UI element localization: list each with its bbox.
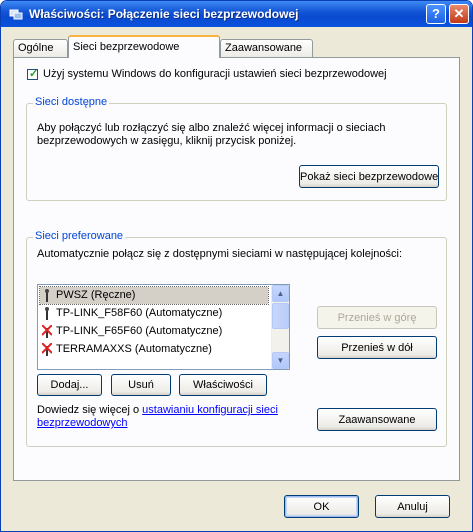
antenna-icon [45,289,49,302]
cancel-button[interactable]: Anuluj [375,495,450,518]
list-item[interactable]: PWSZ (Ręczne) [39,286,269,305]
show-wireless-networks-button[interactable]: Pokaż sieci bezprzewodowe [299,165,439,188]
available-networks-title: Sieci dostępne [33,96,110,108]
learn-more-prefix: Dowiedz się więcej o [37,404,143,416]
network-mode: (Automatyczne) [134,343,212,355]
available-networks-description: Aby połączyć lub rozłączyć się albo znal… [37,122,386,147]
list-item[interactable]: TP-LINK_F58F60 (Automatyczne) [40,305,268,322]
add-button[interactable]: Dodaj... [37,374,102,396]
advanced-button[interactable]: Zaawansowane [317,408,437,431]
antenna-icon [45,307,49,320]
antenna-error-icon [42,325,52,338]
learn-more-text: Dowiedz się więcej o ustawianiu konfigur… [37,404,307,430]
network-name: TP-LINK_F58F60 [56,307,143,319]
preferred-networks-title: Sieci preferowane [33,230,126,242]
network-name: PWSZ [56,289,88,301]
preferred-networks-description: Automatycznie połącz się z dostępnymi si… [37,248,403,260]
scroll-thumb[interactable] [272,303,289,329]
network-mode: (Ręczne) [90,289,136,301]
move-down-button[interactable]: Przenieś w dół [317,336,437,359]
scroll-down-icon[interactable]: ▼ [272,352,289,369]
available-networks-group: Sieci dostępne Aby połączyć lub rozłączy… [26,96,447,201]
antenna-error-icon [42,343,52,356]
tab-panel: ✓ Użyj systemu Windows do konfiguracji u… [13,57,460,481]
list-scrollbar[interactable]: ▲ ▼ [271,285,289,369]
list-item[interactable]: TP-LINK_F65F60 (Automatyczne) [40,323,268,340]
close-button[interactable]: ✕ [449,4,469,24]
tab-wireless-networks[interactable]: Sieci bezprzewodowe [68,35,220,58]
list-item[interactable]: TERRAMAXXS (Automatyczne) [40,341,268,358]
window-title: Właściwości: Połączenie sieci bezprzewod… [29,7,299,21]
network-name: TERRAMAXXS [56,343,132,355]
network-connection-icon [9,9,23,20]
move-up-button[interactable]: Przenieś w górę [317,306,437,329]
title-bar[interactable]: Właściwości: Połączenie sieci bezprzewod… [1,1,472,27]
preferred-networks-group: Sieci preferowane Automatycznie połącz s… [26,230,447,447]
scroll-up-icon[interactable]: ▲ [272,285,289,302]
preferred-networks-list[interactable]: PWSZ (Ręczne) TP-LINK_F58F60 (Automatycz… [37,284,290,370]
network-mode: (Automatyczne) [145,325,223,337]
properties-button[interactable]: Właściwości [179,374,267,396]
network-mode: (Automatyczne) [145,307,223,319]
tab-advanced[interactable]: Zaawansowane [220,39,313,57]
remove-button[interactable]: Usuń [111,374,171,396]
network-name: TP-LINK_F65F60 [56,325,143,337]
use-windows-label[interactable]: Użyj systemu Windows do konfiguracji ust… [43,68,387,81]
checkmark-icon: ✓ [29,68,39,80]
help-button[interactable]: ? [426,4,446,24]
tab-general[interactable]: Ogólne [13,39,68,57]
properties-dialog: Właściwości: Połączenie sieci bezprzewod… [0,0,473,532]
ok-button[interactable]: OK [284,495,359,518]
use-windows-checkbox[interactable]: ✓ [27,68,39,80]
